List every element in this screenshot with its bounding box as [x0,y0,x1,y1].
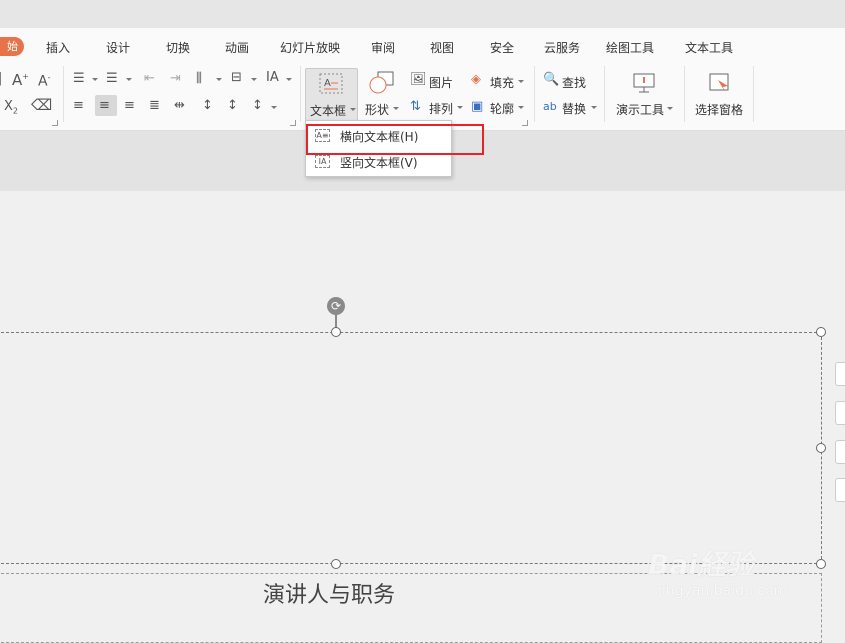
baidu-watermark: Bai経验 jingyan.baidu.com [648,543,787,599]
menu-bar: 始 插入 设计 切换 动画 幻灯片放映 审阅 视图 安全 云服务 绘图工具 文本… [0,28,845,62]
resize-handle-right[interactable] [816,443,826,453]
group-separator [534,66,535,122]
tab-animation[interactable]: 动画 [225,39,249,56]
replace-label[interactable]: 替换 [562,100,586,117]
chevron-down-icon[interactable] [518,80,524,83]
outline-label[interactable]: 轮廓 [490,100,514,117]
tab-start[interactable]: 始 [0,37,24,56]
rotate-handle-icon[interactable]: ⟳ [327,297,345,315]
textbox-icon: A [319,73,343,94]
chevron-down-icon[interactable] [518,106,524,109]
tab-transition[interactable]: 切换 [166,39,190,56]
font-group-launcher[interactable] [52,120,58,126]
rotate-stem [335,314,337,328]
watermark-logo: Bai経验 [648,548,754,581]
line-spacing-icon-2[interactable]: ↕ [227,99,238,113]
resize-handle-bottom[interactable] [331,559,341,569]
bullet-list-icon[interactable]: ☰ [73,72,85,86]
search-icon[interactable]: 🔍 [543,73,559,87]
chevron-down-icon[interactable] [286,78,292,81]
side-tool-shape[interactable] [835,401,845,425]
decrease-indent-icon[interactable]: ⇤ [144,72,155,86]
arrange-icon[interactable]: ⇅ [410,100,421,114]
chevron-down-icon[interactable] [667,107,673,110]
vertical-textbox-label: 竖向文本框(V) [340,156,418,170]
paragraph-spacing-icon[interactable]: ↕ [202,99,213,113]
outline-icon[interactable]: ▣ [471,100,483,114]
tab-text-tools[interactable]: 文本工具 [685,39,733,56]
font-box-edge[interactable]: | [0,72,2,86]
replace-icon[interactable]: ab [543,100,557,114]
svg-text:A: A [324,78,331,89]
spacing-options-icon[interactable]: ↕ [252,99,263,113]
find-label[interactable]: 查找 [562,74,586,91]
tab-insert[interactable]: 插入 [46,39,70,56]
align-right-icon[interactable]: ≡ [124,99,135,113]
chevron-down-icon[interactable] [92,78,98,81]
decrease-font-icon[interactable]: A- [38,71,50,89]
selection-pane-label[interactable]: 选择窗格 [695,101,743,118]
picture-icon[interactable]: 🖼 [410,73,427,87]
group-separator [684,66,685,122]
presentation-tools-icon[interactable] [632,72,656,94]
textbox-button[interactable]: A 文本框 [305,68,358,121]
picture-label[interactable]: 图片 [429,74,453,91]
title-placeholder-selection[interactable] [0,332,822,564]
present-tools-label[interactable]: 演示工具 [616,101,664,118]
chevron-down-icon[interactable] [457,106,463,109]
tab-review[interactable]: 审阅 [371,39,395,56]
distribute-icon[interactable]: ⇹ [174,99,185,113]
arrange-label[interactable]: 排列 [429,100,453,117]
chevron-down-icon[interactable] [591,106,597,109]
annotation-highlight-box [306,124,484,155]
numbered-list-icon[interactable]: ☰ [106,72,118,86]
side-tool-copy[interactable] [835,478,845,502]
watermark-url: jingyan.baidu.com [658,583,788,599]
chevron-down-icon[interactable] [393,107,399,110]
resize-handle-top-right[interactable] [816,327,826,337]
shape-icon[interactable] [369,71,395,95]
chevron-down-icon[interactable] [271,106,277,109]
increase-indent-icon[interactable]: ⇥ [170,72,181,86]
group-separator [300,66,301,122]
group-separator [63,66,64,122]
resize-handle-top[interactable] [331,327,341,337]
align-left-icon[interactable]: ≡ [73,99,84,113]
tab-view[interactable]: 视图 [430,39,454,56]
side-tool-fill[interactable] [835,440,845,464]
increase-font-icon[interactable]: A+ [12,70,29,88]
eraser-icon[interactable]: ⌫ [31,98,52,113]
align-center-icon[interactable]: ≡ [99,99,110,113]
side-tool-layers[interactable] [835,362,845,386]
columns-icon[interactable]: ⫼ [196,72,202,86]
chevron-down-icon[interactable] [126,78,132,81]
chevron-down-icon[interactable] [350,108,356,111]
textbox-label: 文本框 [310,104,347,118]
chevron-down-icon[interactable] [216,78,222,81]
selection-pane-icon[interactable] [708,72,732,94]
fill-icon[interactable]: ◈ [471,73,481,87]
drawing-group-launcher[interactable] [522,120,528,126]
group-separator [604,66,605,122]
subscript-icon[interactable]: X2 [4,100,18,119]
shape-label[interactable]: 形状 [365,101,389,118]
vertical-textbox-icon: IA [315,155,330,168]
text-direction-icon[interactable]: ⊟ [231,71,242,85]
fill-label[interactable]: 填充 [490,74,514,91]
justify-icon[interactable]: ≣ [149,99,160,113]
tab-design[interactable]: 设计 [106,39,130,56]
tab-drawing-tools[interactable]: 绘图工具 [606,39,654,56]
line-spacing-icon[interactable]: IA [266,71,279,85]
paragraph-group-launcher[interactable] [290,120,296,126]
chevron-down-icon[interactable] [251,78,257,81]
group-separator [753,66,754,122]
window-top-strip [0,0,845,29]
subtitle-text[interactable]: 演讲人与职务 [263,577,395,609]
tab-security[interactable]: 安全 [490,39,514,56]
resize-handle-bottom-right[interactable] [816,559,826,569]
tab-slideshow[interactable]: 幻灯片放映 [280,39,340,56]
tab-cloud[interactable]: 云服务 [544,39,580,56]
